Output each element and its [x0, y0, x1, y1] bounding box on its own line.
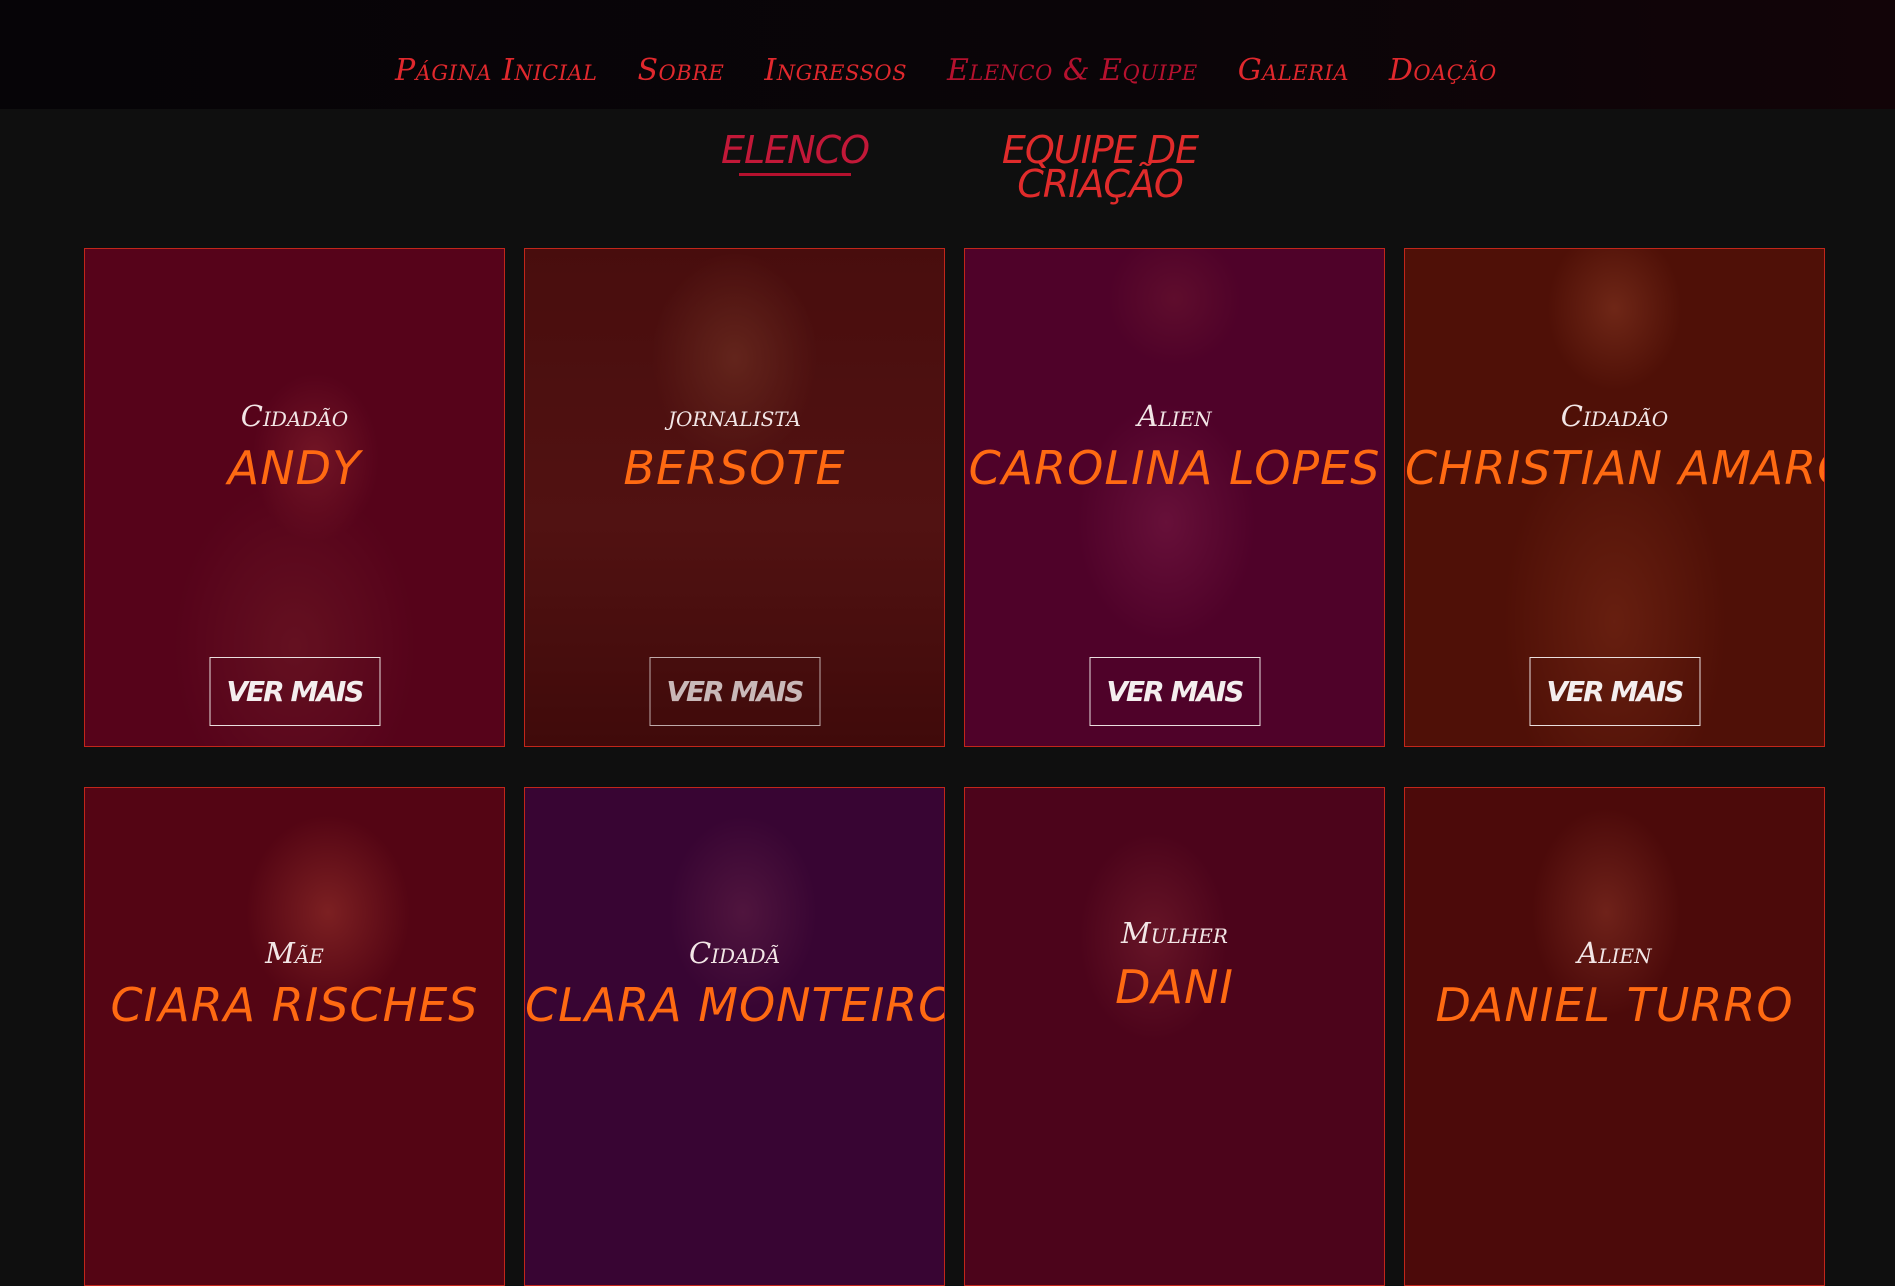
cast-card[interactable]: Cidadão ANDY VER MAIS — [84, 248, 505, 747]
tab-equipe-de-criacao[interactable]: EQUIPE DE CRIAÇÃO — [990, 131, 1210, 203]
active-tab-underline — [739, 173, 851, 176]
cast-card[interactable]: Mulher DANI — [964, 787, 1385, 1286]
actor-name: CIARA RISCHES — [110, 978, 479, 1032]
ver-mais-button[interactable]: VER MAIS — [1089, 657, 1260, 726]
top-navigation: Página Inicial Sobre Ingressos Elenco & … — [0, 0, 1895, 109]
card-overlay — [965, 788, 1384, 1285]
cast-grid: Cidadão ANDY VER MAIS jornalista BERSOTE… — [84, 248, 1825, 1286]
card-overlay — [85, 788, 504, 1285]
nav-item-galeria[interactable]: Galeria — [1238, 53, 1349, 88]
character-role: Cidadã — [688, 936, 781, 970]
nav-item-ingressos[interactable]: Ingressos — [764, 53, 907, 88]
cast-card[interactable]: Cidadão CHRISTIAN AMARO VER MAIS — [1404, 248, 1825, 747]
cast-card[interactable]: Cidadã CLARA MONTEIRO — [524, 787, 945, 1286]
character-role: Alien — [1577, 936, 1652, 970]
cast-card[interactable]: Alien CAROLINA LOPES VER MAIS — [964, 248, 1385, 747]
tab-elenco-label: ELENCO — [720, 128, 870, 172]
tab-elenco[interactable]: ELENCO — [720, 131, 870, 176]
section-tabs: ELENCO EQUIPE DE CRIAÇÃO — [0, 125, 1895, 215]
character-role: jornalista — [668, 399, 801, 433]
character-role: Mãe — [265, 936, 324, 970]
actor-name: CAROLINA LOPES — [968, 441, 1381, 495]
actor-name: BERSOTE — [623, 441, 846, 495]
actor-name: CLARA MONTEIRO — [525, 978, 945, 1032]
actor-name: CHRISTIAN AMARO — [1405, 441, 1825, 495]
nav-item-pagina-inicial[interactable]: Página Inicial — [395, 53, 598, 88]
cast-card[interactable]: Mãe CIARA RISCHES — [84, 787, 505, 1286]
card-overlay — [525, 788, 944, 1285]
nav-item-sobre[interactable]: Sobre — [638, 53, 725, 88]
ver-mais-button[interactable]: VER MAIS — [209, 657, 380, 726]
character-role: Cidadão — [240, 399, 349, 433]
character-role: Cidadão — [1560, 399, 1669, 433]
nav-item-doacao[interactable]: Doação — [1389, 53, 1497, 88]
character-role: Alien — [1137, 399, 1212, 433]
card-overlay — [1405, 788, 1824, 1285]
cast-card[interactable]: jornalista BERSOTE VER MAIS — [524, 248, 945, 747]
nav-item-elenco-equipe[interactable]: Elenco & Equipe — [947, 53, 1198, 88]
cast-card[interactable]: Alien DANIEL TURRO — [1404, 787, 1825, 1286]
ver-mais-button[interactable]: VER MAIS — [649, 657, 820, 726]
actor-name: ANDY — [227, 441, 362, 495]
actor-name: DANIEL TURRO — [1435, 978, 1794, 1032]
ver-mais-button[interactable]: VER MAIS — [1529, 657, 1700, 726]
actor-name: DANI — [1115, 960, 1234, 1014]
nav-menu: Página Inicial Sobre Ingressos Elenco & … — [395, 50, 1497, 90]
character-role: Mulher — [1121, 916, 1228, 950]
